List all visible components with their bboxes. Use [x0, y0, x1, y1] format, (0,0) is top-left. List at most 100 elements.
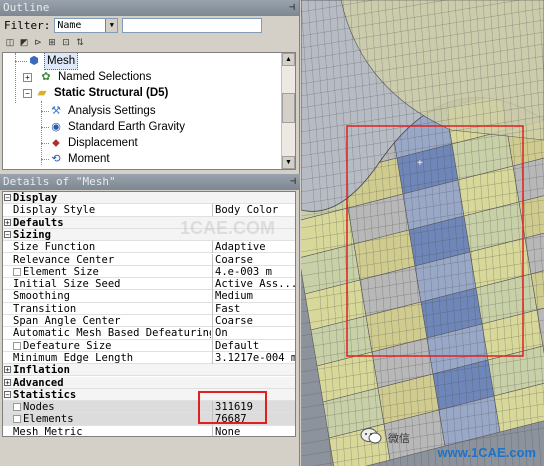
analysis-settings-icon: ⚒ [51, 105, 61, 117]
property-value[interactable]: 4.e-003 m [212, 265, 295, 278]
scroll-up-icon[interactable]: ▲ [282, 53, 295, 66]
property-name: Initial Size Seed [13, 278, 121, 291]
property-name: Relevance Center [13, 253, 115, 266]
property-value[interactable]: None [212, 425, 295, 436]
static-structural-icon: ▰ [37, 87, 47, 99]
wechat-label: 微信 [388, 433, 410, 445]
details-property-row[interactable]: Smoothing Medium [3, 290, 295, 303]
property-name: Elements [23, 413, 74, 426]
tree-item-mesh[interactable]: ⬢ Mesh [27, 53, 79, 70]
details-property-row[interactable]: Minimum Edge Length 3.1217e-004 m [3, 351, 295, 365]
tree-item-moment[interactable]: ⟲ Moment [49, 151, 112, 167]
expand-named-selections-icon[interactable]: + [23, 73, 32, 82]
displacement-icon: ⬥ [52, 137, 60, 149]
property-name: Smoothing [13, 290, 70, 303]
property-value[interactable]: Medium [212, 290, 295, 303]
site-watermark: www.1CAE.com [437, 445, 536, 460]
tree-item-label: Named Selections [58, 71, 152, 83]
property-name: Display [13, 192, 58, 204]
details-property-row[interactable]: Defeature Size Default [3, 339, 295, 352]
details-property-row[interactable]: Element Size 4.e-003 m [3, 265, 295, 279]
sort-icon[interactable]: ⇅ [74, 36, 86, 48]
details-title: Details of "Mesh" [3, 175, 116, 188]
details-category-row[interactable]: + Advanced [3, 376, 295, 389]
tree-item-label: Static Structural (D5) [54, 87, 169, 99]
property-name: Size Function [13, 241, 96, 254]
property-name: Minimum Edge Length [13, 351, 134, 364]
tree-item-gravity[interactable]: ◉ Standard Earth Gravity [49, 119, 187, 135]
details-property-row[interactable]: Automatic Mesh Based Defeaturing On [3, 327, 295, 340]
details-property-row[interactable]: Relevance Center Coarse [3, 253, 295, 266]
filter-select-value: Name [57, 19, 82, 31]
property-name: Span Angle Center [13, 315, 121, 327]
property-value[interactable]: Adaptive [212, 241, 295, 254]
details-property-row[interactable]: Size Function Adaptive [3, 241, 295, 254]
tree-minus-icon[interactable]: ⊡ [60, 36, 72, 48]
property-checkbox[interactable] [13, 341, 21, 350]
expand-icon[interactable]: + [4, 218, 11, 226]
filter-input[interactable] [122, 17, 263, 33]
collapse-icon[interactable]: − [4, 390, 11, 398]
property-name: Mesh Metric [13, 425, 83, 437]
tree-env-icon[interactable]: ⊳ [32, 36, 44, 48]
collapse-icon[interactable]: − [4, 194, 11, 202]
collapse-static-structural-icon[interactable]: − [23, 89, 32, 98]
tree-item-label: Displacement [68, 137, 138, 149]
statistics-highlight-box [198, 391, 267, 424]
wechat-logo-icon [360, 428, 382, 444]
property-value[interactable]: Body Color [212, 204, 295, 217]
faint-watermark: 1CAE.COM [180, 218, 276, 238]
tree-item-label: Mesh [44, 53, 79, 70]
property-checkbox[interactable] [13, 267, 21, 276]
named-selections-icon: ✿ [41, 71, 51, 83]
outline-title-bar: Outline ⊣ [0, 0, 299, 16]
scroll-thumb[interactable] [282, 93, 295, 123]
outline-title: Outline [3, 1, 50, 14]
property-value[interactable]: On [212, 327, 295, 340]
expand-icon[interactable]: + [4, 366, 11, 374]
details-property-row[interactable]: Mesh Metric None [3, 425, 295, 437]
details-property-row[interactable]: Span Angle Center Coarse [3, 315, 295, 328]
property-value[interactable]: Default [212, 339, 295, 352]
tree-item-static-structural[interactable]: ▰ Static Structural (D5) [35, 85, 170, 101]
expand-icon[interactable]: + [4, 378, 11, 386]
property-value[interactable]: Active Ass... [212, 278, 295, 291]
details-property-row[interactable]: Transition Fast [3, 302, 295, 315]
chevron-down-icon[interactable]: ▼ [105, 18, 118, 32]
tree-item-named-selections[interactable]: ✿ Named Selections [39, 69, 153, 85]
property-name: Nodes [23, 401, 55, 414]
tree-item-label: Standard Earth Gravity [68, 121, 185, 133]
tree-item-displacement[interactable]: ⬥ Displacement [49, 135, 140, 151]
svg-text:+: + [417, 158, 423, 169]
mesh-viewport[interactable]: + [301, 0, 544, 466]
property-value[interactable]: Coarse [212, 315, 295, 327]
collapse-icon[interactable]: − [4, 230, 11, 238]
scroll-down-icon[interactable]: ▼ [282, 156, 295, 169]
property-name: Element Size [23, 265, 99, 278]
details-category-row[interactable]: − Display [3, 192, 295, 205]
property-name: Statistics [13, 388, 77, 401]
property-value[interactable]: 3.1217e-004 m [212, 351, 295, 364]
property-value[interactable]: Fast [212, 302, 295, 315]
details-property-row[interactable]: Display Style Body Color [3, 204, 295, 217]
property-checkbox[interactable] [13, 403, 21, 412]
expand-all-icon[interactable]: ◫ [4, 36, 16, 48]
tree-plus-icon[interactable]: ⊞ [46, 36, 58, 48]
pin-icon[interactable]: ⊣ [290, 174, 296, 190]
details-property-row[interactable]: Initial Size Seed Active Ass... [3, 278, 295, 291]
filter-select[interactable]: Name ▼ [54, 17, 119, 33]
pin-icon[interactable]: ⊣ [289, 0, 295, 16]
property-value[interactable]: Coarse [212, 253, 295, 266]
property-name: Advanced [13, 376, 64, 389]
property-name: Defeature Size [23, 339, 112, 352]
tree-scrollbar[interactable]: ▲ ▼ [281, 53, 295, 169]
tree-item-analysis-settings[interactable]: ⚒ Analysis Settings [49, 103, 158, 119]
details-title-bar: Details of "Mesh" ⊣ [0, 174, 300, 190]
filter-row: Filter: Name ▼ [0, 16, 299, 34]
details-category-row[interactable]: + Inflation [3, 364, 295, 377]
outline-toolbar: ◫ ◩ ⊳ ⊞ ⊡ ⇅ [0, 34, 299, 50]
property-name: Automatic Mesh Based Defeaturing [13, 327, 211, 340]
collapse-icon[interactable]: ◩ [18, 36, 30, 48]
filter-label: Filter: [4, 18, 51, 32]
property-checkbox[interactable] [13, 415, 21, 424]
